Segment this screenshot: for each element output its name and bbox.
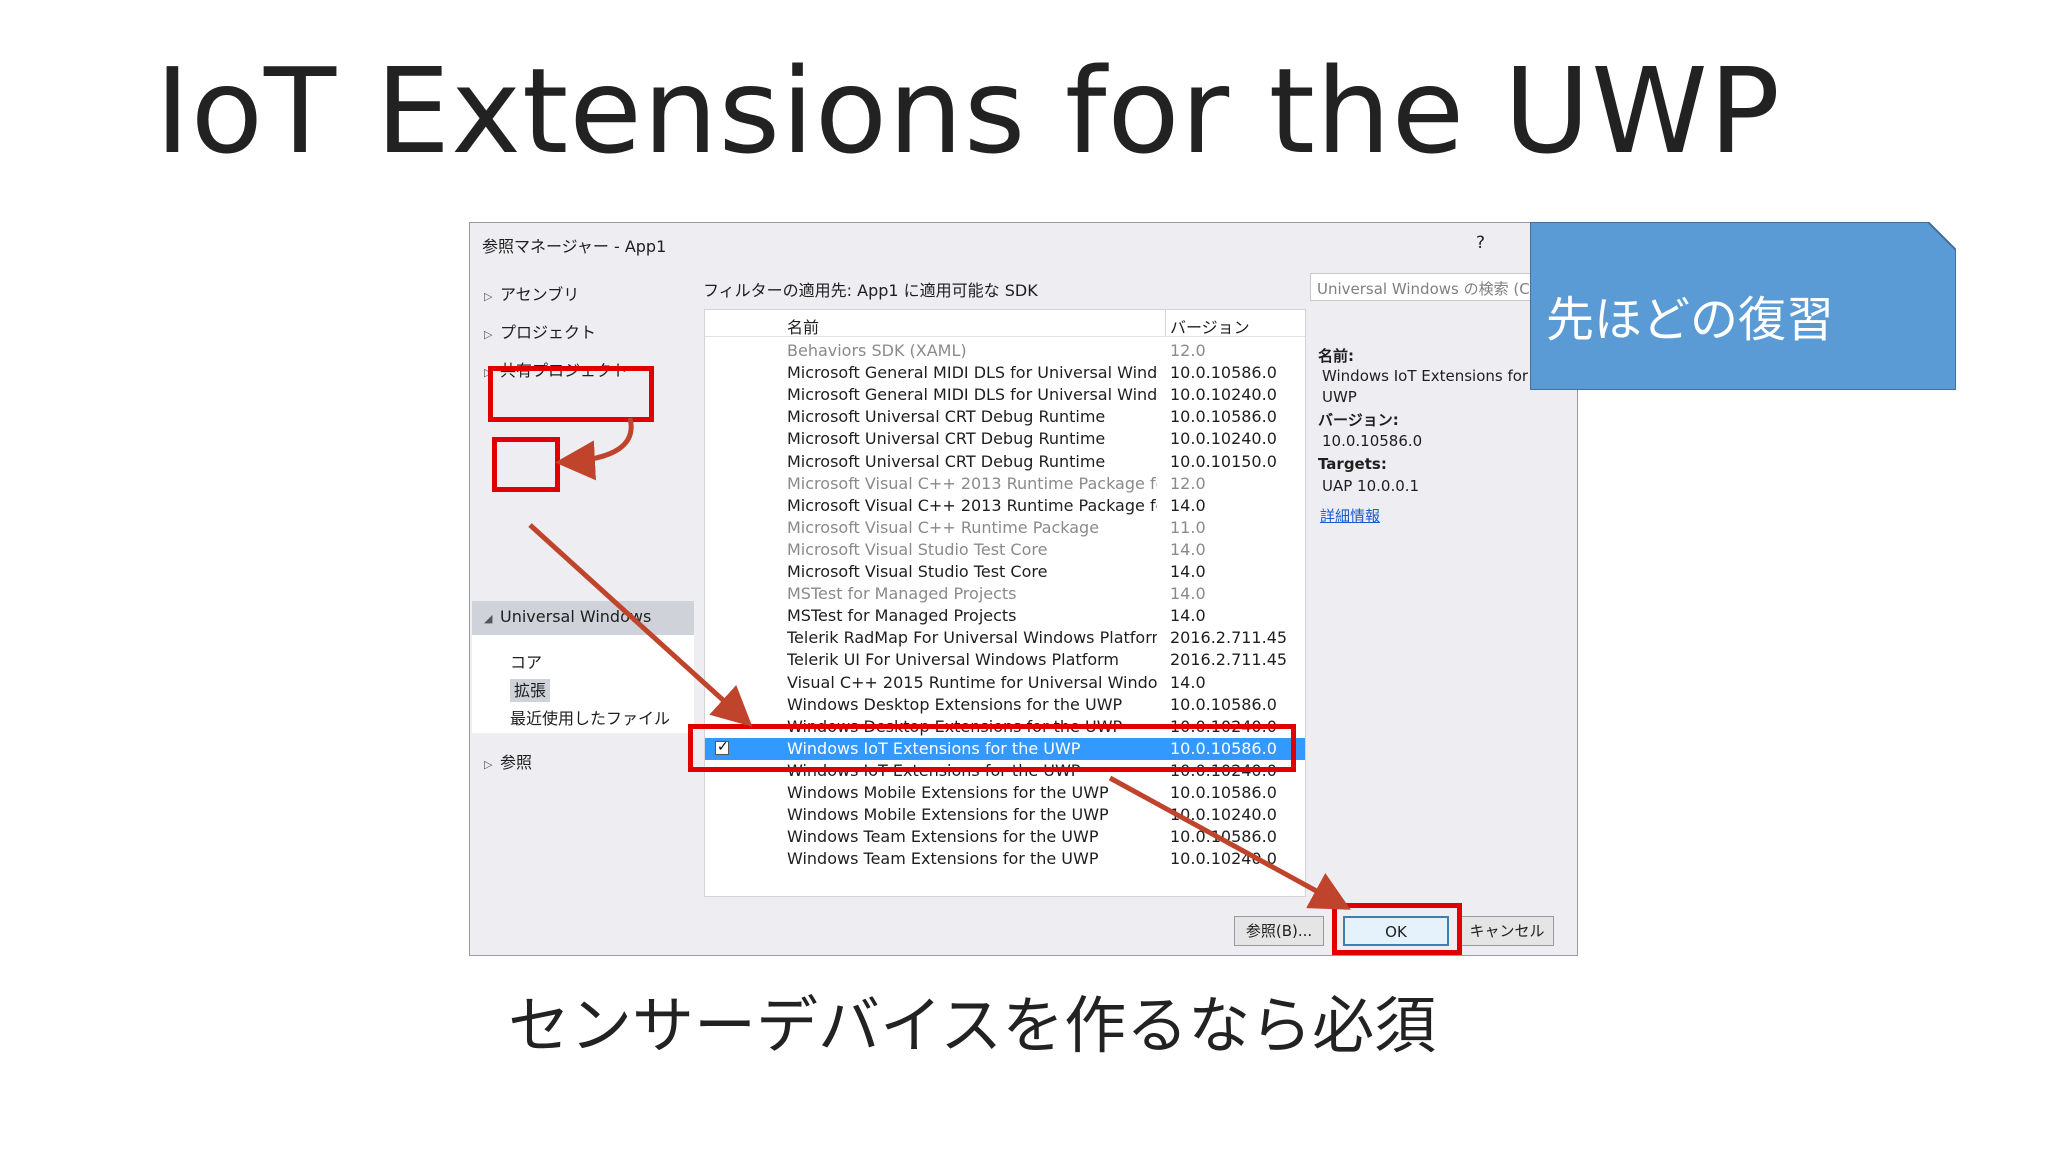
arrow-to-ok xyxy=(1108,775,1351,910)
callout-text: 先ほどの復習 xyxy=(1546,292,1835,348)
review-callout: 先ほどの復習 xyxy=(1530,222,1956,390)
curved-arrow xyxy=(555,417,634,481)
slide-caption: センサーデバイスを作るなら必須 xyxy=(508,989,1437,1062)
arrow-to-iot-row xyxy=(528,523,753,727)
